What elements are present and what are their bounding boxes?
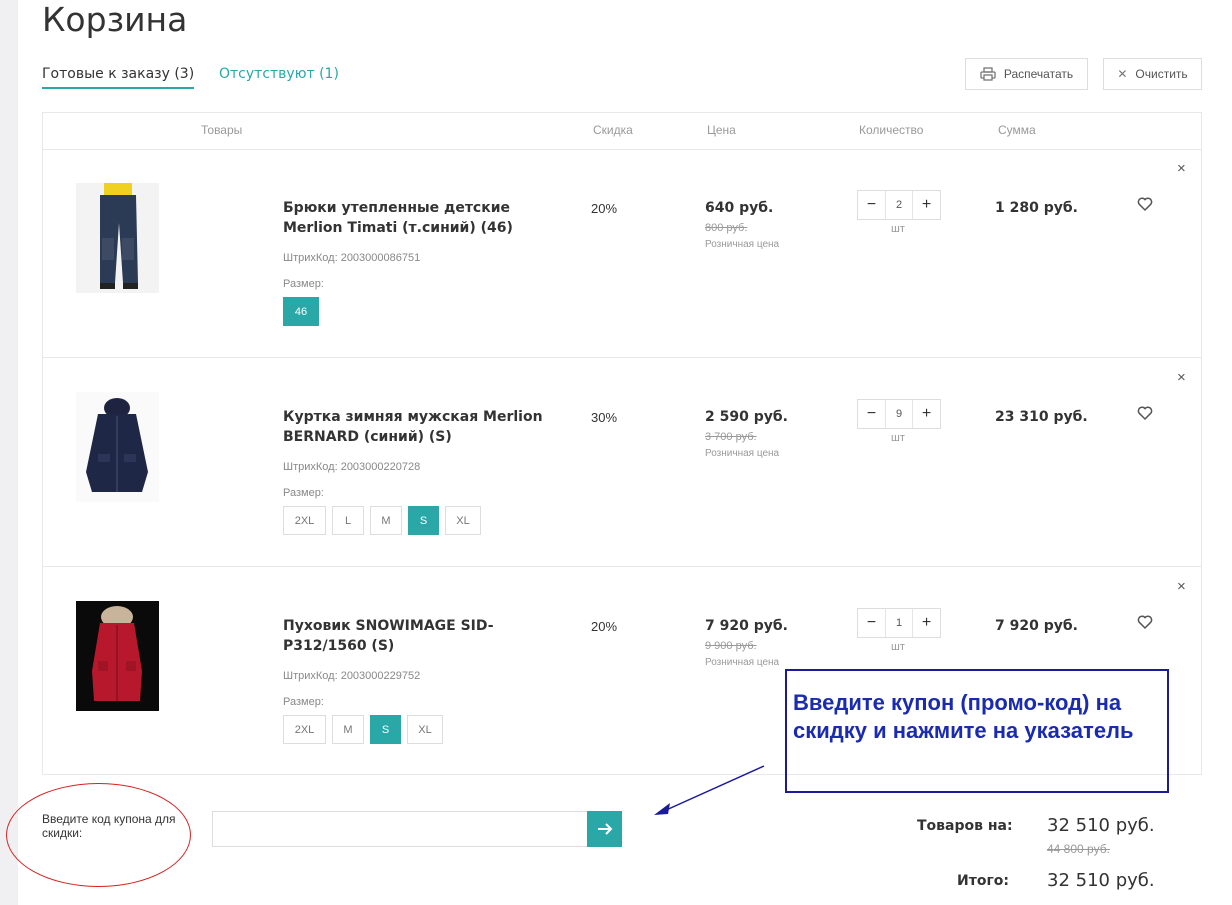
heart-icon[interactable] bbox=[1137, 196, 1153, 212]
line-sum: 23 310 руб. bbox=[995, 409, 1088, 425]
discount: 20% bbox=[591, 619, 618, 634]
print-button[interactable]: Распечатать bbox=[965, 58, 1088, 90]
quantity-stepper: − 1 + bbox=[857, 608, 941, 638]
quantity-value[interactable]: 1 bbox=[885, 609, 913, 637]
divider bbox=[43, 566, 1201, 567]
size-label: Размер: bbox=[283, 696, 324, 708]
product-name[interactable]: Пуховик SNOWIMAGE SID-P312/1560 (S) bbox=[283, 616, 573, 656]
divider bbox=[43, 357, 1201, 358]
size-option[interactable]: XL bbox=[445, 506, 481, 535]
remove-item-button[interactable]: × bbox=[1177, 161, 1186, 176]
barcode: ШтрихКод: 2003000086751 bbox=[283, 252, 421, 264]
column-goods: Товары bbox=[201, 123, 243, 137]
retail-price-label: Розничная цена bbox=[705, 239, 780, 250]
size-options: 2XL M S XL bbox=[283, 715, 443, 744]
price: 640 руб. bbox=[705, 200, 774, 216]
goods-total-old: 44 800 руб. bbox=[1047, 842, 1110, 856]
decrease-button[interactable]: − bbox=[858, 609, 885, 637]
page-title: Корзина bbox=[42, 0, 188, 39]
heart-icon[interactable] bbox=[1137, 405, 1153, 421]
product-name[interactable]: Куртка зимняя мужская Merlion BERNARD (с… bbox=[283, 407, 573, 447]
grand-total-label: Итого: bbox=[957, 873, 1009, 889]
cart-item: Брюки утепленные детские Merlion Timati … bbox=[43, 150, 1201, 358]
coupon-label: Введите код купона для скидки: bbox=[42, 812, 176, 840]
column-discount: Скидка bbox=[593, 123, 633, 137]
cart-page: Корзина Готовые к заказу (3) Отсутствуют… bbox=[6, 0, 1232, 905]
increase-button[interactable]: + bbox=[913, 400, 940, 428]
goods-total-value: 32 510 руб. bbox=[1047, 815, 1155, 836]
old-price: 3 700 руб. bbox=[705, 431, 757, 443]
quantity-stepper: − 9 + bbox=[857, 399, 941, 429]
column-quantity: Количество bbox=[859, 123, 924, 137]
quantity-stepper: − 2 + bbox=[857, 190, 941, 220]
heart-icon[interactable] bbox=[1137, 614, 1153, 630]
tab-missing[interactable]: Отсутствуют (1) bbox=[219, 66, 339, 87]
clear-button[interactable]: ✕ Очистить bbox=[1103, 58, 1202, 90]
price: 7 920 руб. bbox=[705, 618, 788, 634]
annotation-callout: Введите купон (промо-код) на скидку и на… bbox=[785, 669, 1169, 793]
jacket-image bbox=[76, 392, 159, 502]
remove-item-button[interactable]: × bbox=[1177, 579, 1186, 594]
size-option[interactable]: S bbox=[370, 715, 401, 744]
grand-total-value: 32 510 руб. bbox=[1047, 870, 1155, 891]
quantity-value[interactable]: 9 bbox=[885, 400, 913, 428]
column-price: Цена bbox=[707, 123, 736, 137]
size-label: Размер: bbox=[283, 278, 324, 290]
price: 2 590 руб. bbox=[705, 409, 788, 425]
line-sum: 1 280 руб. bbox=[995, 200, 1078, 216]
size-option[interactable]: M bbox=[370, 506, 402, 535]
increase-button[interactable]: + bbox=[913, 191, 940, 219]
column-sum: Сумма bbox=[998, 123, 1036, 137]
clear-label: Очистить bbox=[1135, 67, 1188, 81]
coupon-submit-button[interactable] bbox=[587, 811, 622, 847]
goods-total-label: Товаров на: bbox=[917, 818, 1013, 834]
retail-price-label: Розничная цена bbox=[705, 448, 780, 459]
retail-price-label: Розничная цена bbox=[705, 657, 780, 668]
printer-icon bbox=[980, 67, 996, 81]
tab-ready[interactable]: Готовые к заказу (3) bbox=[42, 66, 195, 89]
size-option[interactable]: XL bbox=[407, 715, 443, 744]
discount: 30% bbox=[591, 410, 618, 425]
unit-label: шт bbox=[891, 641, 905, 653]
close-icon: ✕ bbox=[1117, 67, 1128, 81]
remove-item-button[interactable]: × bbox=[1177, 370, 1186, 385]
trousers-image bbox=[76, 183, 159, 293]
down-coat-image bbox=[76, 601, 159, 711]
size-options: 46 bbox=[283, 297, 319, 326]
barcode: ШтрихКод: 2003000229752 bbox=[283, 670, 421, 682]
size-label: Размер: bbox=[283, 487, 324, 499]
size-option[interactable]: 2XL bbox=[283, 715, 326, 744]
old-price: 800 руб. bbox=[705, 222, 748, 234]
line-sum: 7 920 руб. bbox=[995, 618, 1078, 634]
quantity-value[interactable]: 2 bbox=[885, 191, 913, 219]
arrow-right-icon bbox=[597, 823, 612, 835]
size-option[interactable]: S bbox=[408, 506, 439, 535]
barcode: ШтрихКод: 2003000220728 bbox=[283, 461, 421, 473]
decrease-button[interactable]: − bbox=[858, 400, 885, 428]
coupon-input[interactable] bbox=[212, 811, 588, 847]
unit-label: шт bbox=[891, 223, 905, 235]
discount: 20% bbox=[591, 201, 618, 216]
unit-label: шт bbox=[891, 432, 905, 444]
size-option[interactable]: 2XL bbox=[283, 506, 326, 535]
size-option[interactable]: L bbox=[332, 506, 364, 535]
product-name[interactable]: Брюки утепленные детские Merlion Timati … bbox=[283, 198, 573, 238]
size-option[interactable]: 46 bbox=[283, 297, 319, 326]
size-options: 2XL L M S XL bbox=[283, 506, 481, 535]
old-price: 9 900 руб. bbox=[705, 640, 757, 652]
size-option[interactable]: M bbox=[332, 715, 364, 744]
cart-item: Куртка зимняя мужская Merlion BERNARD (с… bbox=[43, 359, 1201, 567]
decrease-button[interactable]: − bbox=[858, 191, 885, 219]
print-label: Распечатать bbox=[1003, 67, 1074, 81]
increase-button[interactable]: + bbox=[913, 609, 940, 637]
